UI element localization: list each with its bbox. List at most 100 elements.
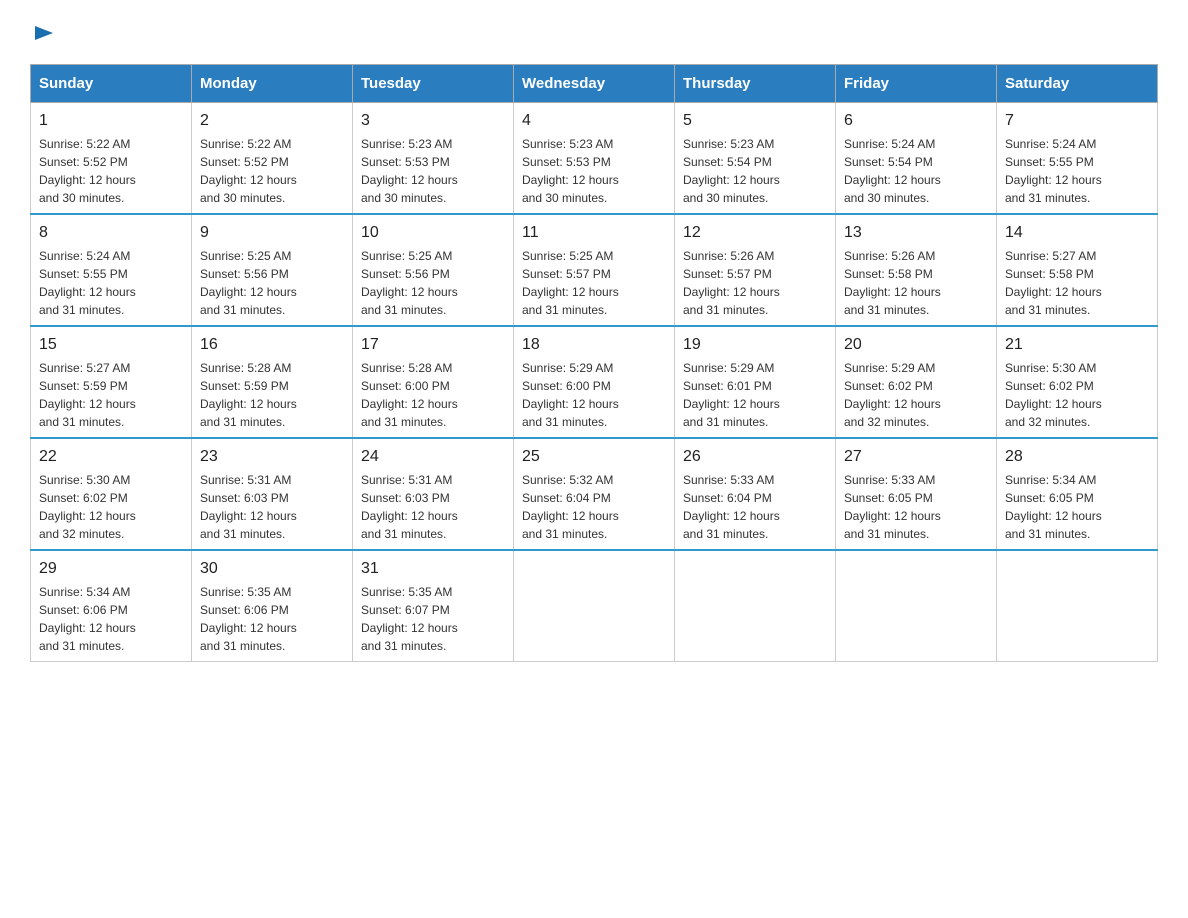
day-number: 14 <box>1005 221 1149 245</box>
day-number: 10 <box>361 221 505 245</box>
weekday-header-saturday: Saturday <box>997 65 1158 103</box>
weekday-header-sunday: Sunday <box>31 65 192 103</box>
calendar-cell: 28Sunrise: 5:34 AMSunset: 6:05 PMDayligh… <box>997 438 1158 550</box>
logo-triangle-icon <box>33 22 55 44</box>
calendar-cell: 29Sunrise: 5:34 AMSunset: 6:06 PMDayligh… <box>31 550 192 662</box>
calendar-week-row: 15Sunrise: 5:27 AMSunset: 5:59 PMDayligh… <box>31 326 1158 438</box>
day-number: 13 <box>844 221 988 245</box>
calendar-cell <box>836 550 997 662</box>
day-info: Sunrise: 5:35 AMSunset: 6:07 PMDaylight:… <box>361 583 505 655</box>
day-info: Sunrise: 5:29 AMSunset: 6:01 PMDaylight:… <box>683 359 827 431</box>
logo <box>30 20 55 44</box>
day-info: Sunrise: 5:26 AMSunset: 5:58 PMDaylight:… <box>844 247 988 319</box>
calendar-week-row: 8Sunrise: 5:24 AMSunset: 5:55 PMDaylight… <box>31 214 1158 326</box>
calendar-cell <box>675 550 836 662</box>
day-info: Sunrise: 5:22 AMSunset: 5:52 PMDaylight:… <box>39 135 183 207</box>
day-info: Sunrise: 5:33 AMSunset: 6:05 PMDaylight:… <box>844 471 988 543</box>
calendar-cell: 18Sunrise: 5:29 AMSunset: 6:00 PMDayligh… <box>514 326 675 438</box>
calendar-week-row: 29Sunrise: 5:34 AMSunset: 6:06 PMDayligh… <box>31 550 1158 662</box>
day-info: Sunrise: 5:31 AMSunset: 6:03 PMDaylight:… <box>361 471 505 543</box>
day-number: 21 <box>1005 333 1149 357</box>
calendar-cell: 25Sunrise: 5:32 AMSunset: 6:04 PMDayligh… <box>514 438 675 550</box>
calendar-cell: 17Sunrise: 5:28 AMSunset: 6:00 PMDayligh… <box>353 326 514 438</box>
calendar-cell: 5Sunrise: 5:23 AMSunset: 5:54 PMDaylight… <box>675 103 836 215</box>
calendar-cell <box>514 550 675 662</box>
calendar-cell: 26Sunrise: 5:33 AMSunset: 6:04 PMDayligh… <box>675 438 836 550</box>
day-info: Sunrise: 5:32 AMSunset: 6:04 PMDaylight:… <box>522 471 666 543</box>
calendar-cell: 13Sunrise: 5:26 AMSunset: 5:58 PMDayligh… <box>836 214 997 326</box>
day-number: 17 <box>361 333 505 357</box>
calendar-cell: 15Sunrise: 5:27 AMSunset: 5:59 PMDayligh… <box>31 326 192 438</box>
day-number: 25 <box>522 445 666 469</box>
day-info: Sunrise: 5:34 AMSunset: 6:06 PMDaylight:… <box>39 583 183 655</box>
calendar-cell: 10Sunrise: 5:25 AMSunset: 5:56 PMDayligh… <box>353 214 514 326</box>
day-number: 7 <box>1005 109 1149 133</box>
calendar-cell: 2Sunrise: 5:22 AMSunset: 5:52 PMDaylight… <box>192 103 353 215</box>
day-info: Sunrise: 5:24 AMSunset: 5:55 PMDaylight:… <box>1005 135 1149 207</box>
day-number: 31 <box>361 557 505 581</box>
calendar-week-row: 22Sunrise: 5:30 AMSunset: 6:02 PMDayligh… <box>31 438 1158 550</box>
day-info: Sunrise: 5:35 AMSunset: 6:06 PMDaylight:… <box>200 583 344 655</box>
day-number: 8 <box>39 221 183 245</box>
weekday-header-wednesday: Wednesday <box>514 65 675 103</box>
day-info: Sunrise: 5:25 AMSunset: 5:56 PMDaylight:… <box>361 247 505 319</box>
day-number: 22 <box>39 445 183 469</box>
day-info: Sunrise: 5:23 AMSunset: 5:54 PMDaylight:… <box>683 135 827 207</box>
calendar-cell: 1Sunrise: 5:22 AMSunset: 5:52 PMDaylight… <box>31 103 192 215</box>
day-info: Sunrise: 5:28 AMSunset: 5:59 PMDaylight:… <box>200 359 344 431</box>
day-info: Sunrise: 5:33 AMSunset: 6:04 PMDaylight:… <box>683 471 827 543</box>
day-number: 27 <box>844 445 988 469</box>
calendar-cell: 27Sunrise: 5:33 AMSunset: 6:05 PMDayligh… <box>836 438 997 550</box>
day-number: 28 <box>1005 445 1149 469</box>
day-number: 1 <box>39 109 183 133</box>
calendar-table: SundayMondayTuesdayWednesdayThursdayFrid… <box>30 64 1158 662</box>
day-info: Sunrise: 5:26 AMSunset: 5:57 PMDaylight:… <box>683 247 827 319</box>
calendar-cell: 20Sunrise: 5:29 AMSunset: 6:02 PMDayligh… <box>836 326 997 438</box>
calendar-cell <box>997 550 1158 662</box>
day-number: 2 <box>200 109 344 133</box>
day-info: Sunrise: 5:23 AMSunset: 5:53 PMDaylight:… <box>361 135 505 207</box>
day-info: Sunrise: 5:24 AMSunset: 5:55 PMDaylight:… <box>39 247 183 319</box>
day-number: 3 <box>361 109 505 133</box>
calendar-cell: 19Sunrise: 5:29 AMSunset: 6:01 PMDayligh… <box>675 326 836 438</box>
day-number: 6 <box>844 109 988 133</box>
page-header <box>30 20 1158 44</box>
day-number: 29 <box>39 557 183 581</box>
weekday-header-friday: Friday <box>836 65 997 103</box>
calendar-cell: 22Sunrise: 5:30 AMSunset: 6:02 PMDayligh… <box>31 438 192 550</box>
day-number: 19 <box>683 333 827 357</box>
calendar-cell: 7Sunrise: 5:24 AMSunset: 5:55 PMDaylight… <box>997 103 1158 215</box>
calendar-cell: 3Sunrise: 5:23 AMSunset: 5:53 PMDaylight… <box>353 103 514 215</box>
day-info: Sunrise: 5:27 AMSunset: 5:59 PMDaylight:… <box>39 359 183 431</box>
weekday-header-tuesday: Tuesday <box>353 65 514 103</box>
day-info: Sunrise: 5:29 AMSunset: 6:00 PMDaylight:… <box>522 359 666 431</box>
day-number: 16 <box>200 333 344 357</box>
day-info: Sunrise: 5:30 AMSunset: 6:02 PMDaylight:… <box>39 471 183 543</box>
calendar-header-row: SundayMondayTuesdayWednesdayThursdayFrid… <box>31 65 1158 103</box>
calendar-cell: 31Sunrise: 5:35 AMSunset: 6:07 PMDayligh… <box>353 550 514 662</box>
calendar-cell: 24Sunrise: 5:31 AMSunset: 6:03 PMDayligh… <box>353 438 514 550</box>
day-info: Sunrise: 5:31 AMSunset: 6:03 PMDaylight:… <box>200 471 344 543</box>
day-number: 9 <box>200 221 344 245</box>
day-info: Sunrise: 5:27 AMSunset: 5:58 PMDaylight:… <box>1005 247 1149 319</box>
calendar-cell: 11Sunrise: 5:25 AMSunset: 5:57 PMDayligh… <box>514 214 675 326</box>
weekday-header-thursday: Thursday <box>675 65 836 103</box>
day-number: 23 <box>200 445 344 469</box>
day-info: Sunrise: 5:28 AMSunset: 6:00 PMDaylight:… <box>361 359 505 431</box>
day-info: Sunrise: 5:30 AMSunset: 6:02 PMDaylight:… <box>1005 359 1149 431</box>
calendar-cell: 6Sunrise: 5:24 AMSunset: 5:54 PMDaylight… <box>836 103 997 215</box>
weekday-header-monday: Monday <box>192 65 353 103</box>
day-number: 24 <box>361 445 505 469</box>
day-number: 26 <box>683 445 827 469</box>
calendar-cell: 4Sunrise: 5:23 AMSunset: 5:53 PMDaylight… <box>514 103 675 215</box>
day-number: 4 <box>522 109 666 133</box>
calendar-cell: 9Sunrise: 5:25 AMSunset: 5:56 PMDaylight… <box>192 214 353 326</box>
day-number: 12 <box>683 221 827 245</box>
calendar-cell: 12Sunrise: 5:26 AMSunset: 5:57 PMDayligh… <box>675 214 836 326</box>
calendar-cell: 16Sunrise: 5:28 AMSunset: 5:59 PMDayligh… <box>192 326 353 438</box>
day-info: Sunrise: 5:25 AMSunset: 5:56 PMDaylight:… <box>200 247 344 319</box>
day-info: Sunrise: 5:29 AMSunset: 6:02 PMDaylight:… <box>844 359 988 431</box>
day-info: Sunrise: 5:25 AMSunset: 5:57 PMDaylight:… <box>522 247 666 319</box>
calendar-cell: 8Sunrise: 5:24 AMSunset: 5:55 PMDaylight… <box>31 214 192 326</box>
day-info: Sunrise: 5:22 AMSunset: 5:52 PMDaylight:… <box>200 135 344 207</box>
